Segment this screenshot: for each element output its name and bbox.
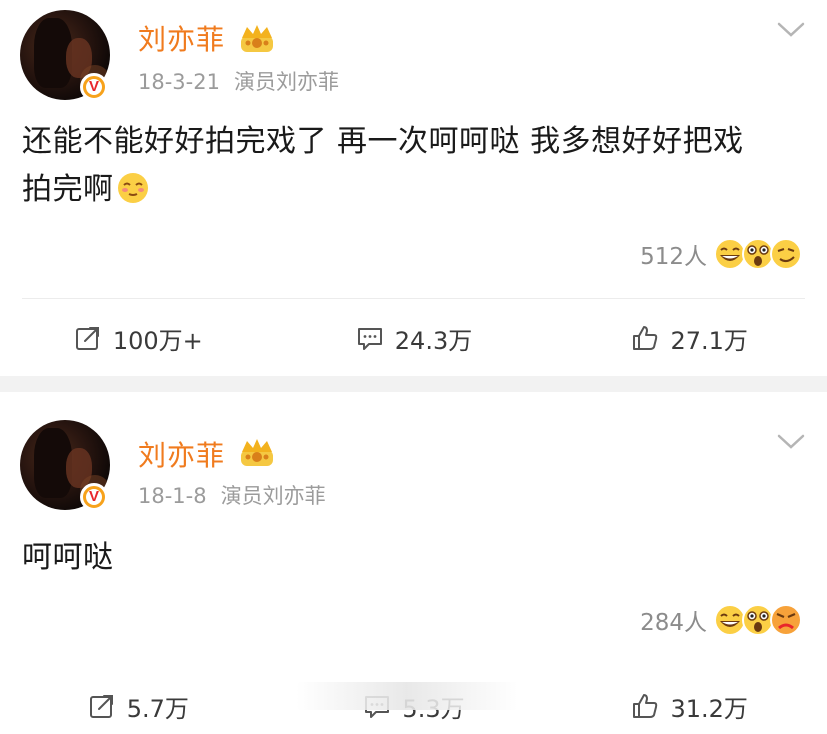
post-content: 还能不能好好拍完戏了 再一次呵呵哒 我多想好好把戏 拍完啊 [22, 118, 812, 214]
repost-button[interactable]: 100万+ [0, 310, 276, 366]
post-date: 18-1-8 [138, 484, 207, 508]
verified-v-icon: V [80, 483, 108, 511]
post-content-line: 呵呵哒 [22, 540, 114, 575]
reactions-summary[interactable]: 284人 [640, 600, 803, 640]
reactions-summary[interactable]: 512人 [640, 234, 803, 274]
like-button[interactable]: 31.2万 [551, 678, 827, 734]
reaction-count: 284人 [640, 610, 707, 636]
repost-icon [75, 327, 99, 350]
repost-count: 5.7万 [126, 694, 189, 723]
crown-icon [241, 25, 273, 52]
like-count: 31.2万 [670, 694, 748, 723]
verified-badge-letter: V [88, 488, 99, 505]
emoji-smirk-icon [117, 173, 148, 203]
post-content-line: 还能不能好好拍完戏了 再一次呵呵哒 我多想好好把戏 [22, 124, 744, 159]
comment-button[interactable]: 24.3万 [276, 310, 552, 366]
weibo-post-card: V 刘亦菲 18-1-8 演员刘亦菲 呵呵哒 284人 5.7万 31.2万 [0, 392, 827, 723]
action-bar: 100万+ 24.3万 27.1万 [0, 310, 827, 366]
weibo-post-card: V 刘亦菲 18-3-21 演员刘亦菲 还能不能好好拍完戏了 再一次呵呵哒 我多想… [0, 0, 827, 376]
reaction-emojis [714, 237, 803, 271]
post-content-line-2: 拍完啊 [22, 166, 812, 214]
repost-button[interactable]: 5.7万 [0, 678, 276, 734]
post-content-text: 拍完啊 [22, 172, 114, 207]
post-separator [0, 376, 827, 392]
like-count: 27.1万 [670, 326, 748, 355]
post-source: 演员刘亦菲 [220, 484, 326, 508]
comment-count: 24.3万 [394, 326, 473, 355]
chevron-down-icon[interactable] [777, 434, 805, 450]
blurred-overlay [296, 682, 518, 710]
emoji-smirk-icon [770, 238, 802, 270]
post-date: 18-3-21 [138, 70, 220, 94]
post-meta: 18-1-8 演员刘亦菲 [138, 480, 326, 510]
chevron-down-icon[interactable] [777, 22, 805, 38]
like-icon [633, 326, 658, 350]
like-icon [633, 694, 658, 718]
verified-v-icon: V [80, 73, 108, 101]
author-name[interactable]: 刘亦菲 [138, 18, 225, 58]
repost-count: 100万+ [112, 326, 203, 355]
repost-icon [89, 695, 113, 718]
verified-badge-letter: V [88, 78, 99, 95]
like-button[interactable]: 27.1万 [551, 310, 827, 366]
crown-icon [241, 439, 273, 466]
post-meta: 18-3-21 演员刘亦菲 [138, 66, 339, 96]
reaction-emojis [714, 603, 803, 637]
emoji-angry-icon [770, 604, 802, 636]
post-content: 呵呵哒 [22, 534, 812, 582]
post-source: 演员刘亦菲 [233, 70, 339, 94]
divider [22, 298, 805, 299]
author-name[interactable]: 刘亦菲 [138, 434, 225, 474]
comment-icon [357, 328, 382, 350]
reaction-count: 512人 [640, 244, 707, 270]
